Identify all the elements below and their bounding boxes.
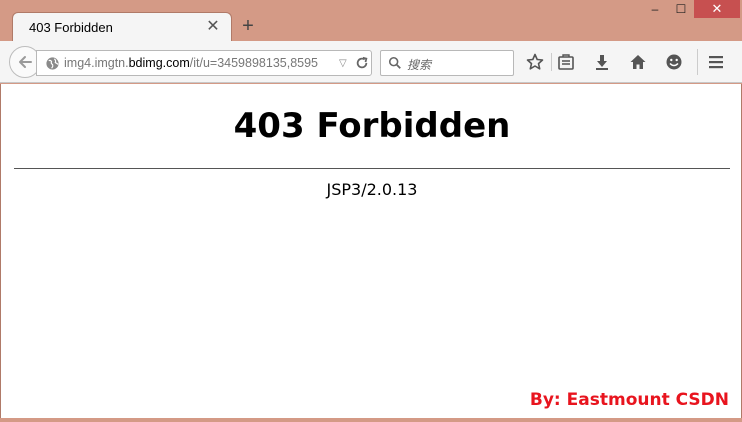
reading-list-icon[interactable] — [557, 53, 575, 71]
menu-icon[interactable] — [707, 53, 725, 71]
horizontal-rule — [14, 168, 730, 169]
minimize-button[interactable]: – — [642, 0, 668, 18]
page-title: 403 Forbidden — [233, 106, 511, 146]
page-content: 403 Forbidden JSP3/2.0.13 By: Eastmount … — [0, 84, 742, 418]
close-window-button[interactable]: ✕ — [694, 0, 740, 18]
tab-active[interactable]: 403 Forbidden ✕ — [12, 12, 232, 42]
star-icon[interactable] — [526, 53, 544, 71]
toolbar-separator — [551, 53, 552, 71]
search-icon — [388, 56, 401, 69]
reload-icon[interactable] — [355, 56, 369, 70]
home-icon[interactable] — [629, 53, 647, 71]
window-bottom-border — [0, 418, 742, 422]
server-info: JSP3/2.0.13 — [326, 180, 418, 199]
toolbar-separator — [697, 49, 698, 75]
maximize-button[interactable]: ☐ — [668, 0, 694, 18]
tab-close-icon[interactable]: ✕ — [205, 19, 221, 35]
title-bar: 403 Forbidden ✕ + – ☐ ✕ — [0, 0, 742, 42]
download-icon[interactable] — [593, 53, 611, 71]
url-domain: bdimg.com — [128, 56, 190, 70]
url-prefix: img4.imgtn. — [64, 56, 129, 70]
url-path: /it/u=3459898135,8595 — [189, 56, 318, 70]
url-bar[interactable]: img4.imgtn.bdimg.com/it/u=3459898135,859… — [36, 50, 372, 76]
navigation-bar: img4.imgtn.bdimg.com/it/u=3459898135,859… — [0, 41, 742, 83]
globe-icon — [46, 57, 59, 70]
history-dropdown-icon[interactable]: ▽ — [339, 58, 347, 69]
tab-title: 403 Forbidden — [29, 20, 113, 35]
watermark: By: Eastmount CSDN — [529, 390, 729, 410]
search-input[interactable]: 搜索 — [380, 50, 514, 76]
smiley-icon[interactable] — [665, 53, 683, 71]
url-text[interactable]: img4.imgtn.bdimg.com/it/u=3459898135,859… — [64, 56, 334, 72]
back-arrow-icon — [19, 56, 32, 68]
new-tab-button[interactable]: + — [238, 16, 258, 36]
search-placeholder: 搜索 — [407, 58, 432, 72]
